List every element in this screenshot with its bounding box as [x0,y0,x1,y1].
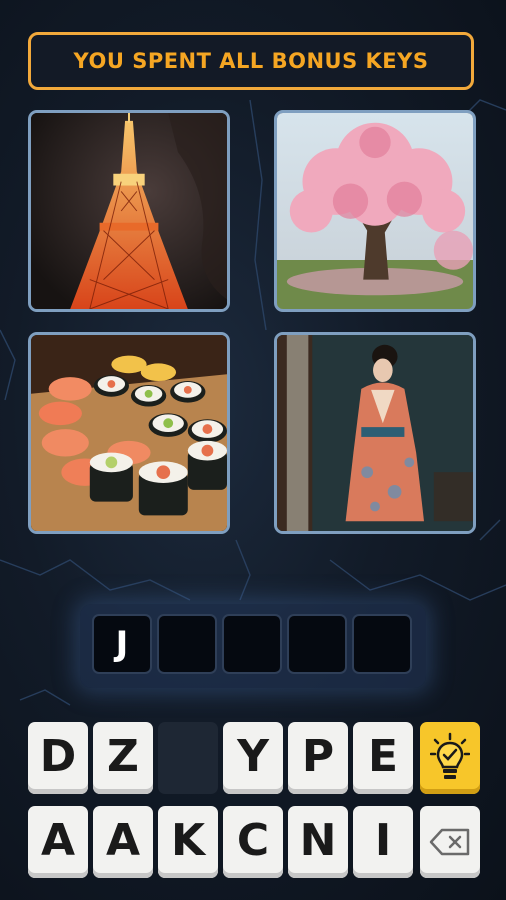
letter-key[interactable]: C [223,806,283,878]
delete-button[interactable] [420,806,480,878]
backspace-icon [429,828,470,856]
answer-slot[interactable] [287,614,347,674]
lightbulb-icon [430,732,470,779]
answer-slot[interactable] [157,614,217,674]
empty-key-slot [158,722,218,794]
letter-key[interactable]: I [353,806,413,878]
answer-slot[interactable] [352,614,412,674]
banner-text: YOU SPENT ALL BONUS KEYS [73,49,429,73]
letter-key[interactable]: P [288,722,348,794]
letter-key[interactable]: D [28,722,88,794]
letter-key[interactable]: K [158,806,218,878]
sushi-rolls-photo[interactable] [28,332,230,534]
letter-key[interactable]: N [288,806,348,878]
bonus-keys-banner: YOU SPENT ALL BONUS KEYS [28,32,474,90]
answer-slot[interactable]: J [92,614,152,674]
hint-button[interactable] [420,722,480,794]
letter-key[interactable]: E [353,722,413,794]
letter-key[interactable]: A [93,806,153,878]
answer-slot[interactable] [222,614,282,674]
cherry-blossom-tree-photo[interactable] [274,110,476,312]
tokyo-tower-photo[interactable] [28,110,230,312]
letter-key[interactable]: Y [223,722,283,794]
woman-in-kimono-photo[interactable] [274,332,476,534]
letter-key[interactable]: A [28,806,88,878]
letter-key[interactable]: Z [93,722,153,794]
